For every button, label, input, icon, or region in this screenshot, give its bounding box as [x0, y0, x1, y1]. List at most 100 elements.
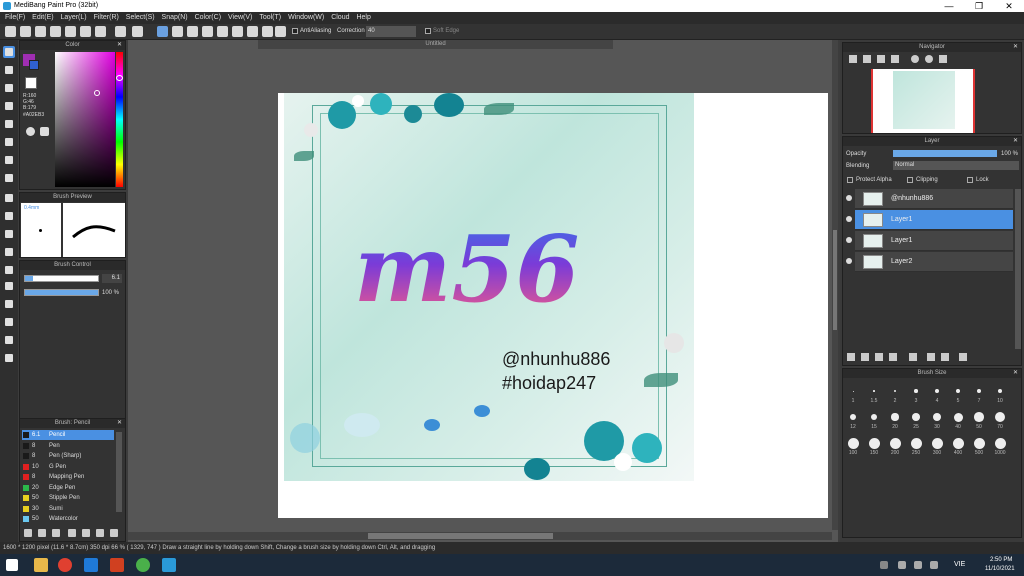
layout-icon[interactable]	[80, 26, 91, 37]
rect-select-icon[interactable]	[3, 192, 15, 204]
document-tab[interactable]: Untitled	[258, 40, 613, 49]
zoom-out-icon[interactable]	[863, 55, 871, 63]
lasso-icon[interactable]	[3, 210, 15, 222]
brush-size-dot[interactable]	[977, 389, 981, 393]
actual-size-icon[interactable]	[891, 55, 899, 63]
background-color-swatch[interactable]	[29, 60, 39, 70]
hue-handle[interactable]	[116, 75, 123, 81]
brush-size-dot[interactable]	[870, 413, 878, 421]
brush-size-dot[interactable]	[891, 413, 899, 421]
brush-size-dot[interactable]	[910, 437, 922, 449]
operation-tool-icon[interactable]	[3, 298, 15, 310]
redo-icon[interactable]	[132, 26, 143, 37]
soft-edge-checkbox[interactable]	[425, 28, 431, 34]
eye-icon[interactable]	[846, 258, 852, 264]
fit-icon[interactable]	[877, 55, 885, 63]
eraser-tool-icon[interactable]	[3, 64, 15, 76]
eyedropper-icon[interactable]	[3, 316, 15, 328]
brush-menu-icon[interactable]	[52, 529, 60, 537]
zoom-in-icon[interactable]	[849, 55, 857, 63]
eye-icon[interactable]	[846, 195, 852, 201]
snap-curve-icon[interactable]	[247, 26, 258, 37]
menu-snap[interactable]: Snap(N)	[162, 12, 188, 24]
brush-list-item[interactable]: 20 Edge Pen	[22, 483, 114, 493]
brush-size-dot[interactable]	[931, 437, 943, 449]
color-history-icon[interactable]	[40, 127, 49, 136]
brush-size-dot[interactable]	[912, 413, 920, 421]
brush-size-dot[interactable]	[847, 437, 859, 449]
menu-layer[interactable]: Layer(L)	[61, 12, 87, 24]
layer-row[interactable]: @nhunhu886	[846, 189, 1013, 209]
eye-icon[interactable]	[846, 216, 852, 222]
close-icon[interactable]: ✕	[117, 41, 122, 50]
menu-edit[interactable]: Edit(E)	[32, 12, 53, 24]
color-picker-handle[interactable]	[94, 90, 100, 96]
horizontal-scrollbar[interactable]	[128, 532, 832, 540]
select-pen-icon[interactable]	[3, 246, 15, 258]
pen-tool-icon[interactable]	[3, 46, 15, 58]
clock-time[interactable]: 2:50 PM	[990, 557, 1012, 563]
magic-wand-icon[interactable]	[3, 228, 15, 240]
duplicate-brush-icon[interactable]	[96, 529, 104, 537]
maximize-button[interactable]: ❐	[964, 0, 994, 12]
lock-checkbox[interactable]	[967, 177, 973, 183]
dot-tool-icon[interactable]	[3, 82, 15, 94]
brush-size-dot[interactable]	[932, 412, 942, 422]
speaker-icon[interactable]	[914, 561, 922, 569]
powerpoint-icon[interactable]	[110, 558, 124, 572]
brush-folder-icon[interactable]	[82, 529, 90, 537]
close-icon[interactable]: ✕	[117, 419, 122, 428]
file-explorer-icon[interactable]	[34, 558, 48, 572]
brush-list-item[interactable]: 8 Pen	[22, 441, 114, 451]
brush-size-dot[interactable]	[998, 389, 1002, 393]
layer-scrollbar[interactable]	[1015, 189, 1021, 349]
brush-size-slider[interactable]	[24, 275, 99, 282]
snap-parallel-icon[interactable]	[172, 26, 183, 37]
correction-select[interactable]: 40	[366, 26, 416, 37]
brush-size-dot[interactable]	[973, 437, 985, 449]
layer-row[interactable]: Layer1	[846, 210, 1013, 230]
color-saturation-field[interactable]	[55, 52, 115, 187]
menu-color[interactable]: Color(C)	[195, 12, 221, 24]
fill-tool-icon[interactable]	[3, 154, 15, 166]
menu-file[interactable]: File(F)	[5, 12, 25, 24]
brush-size-dot[interactable]	[974, 412, 984, 422]
layer-row[interactable]: Layer2	[846, 252, 1013, 272]
flip-icon[interactable]	[939, 55, 947, 63]
notification-chevron-icon[interactable]	[880, 561, 888, 569]
app-icon-green[interactable]	[136, 558, 150, 572]
clock-date[interactable]: 11/10/2021	[985, 566, 1015, 572]
language-indicator[interactable]: VIE	[954, 561, 965, 568]
brush-size-dot[interactable]	[889, 437, 901, 449]
snap-cross-icon[interactable]	[187, 26, 198, 37]
minimize-button[interactable]: —	[934, 0, 964, 12]
clipping-checkbox[interactable]	[907, 177, 913, 183]
brush-size-dot[interactable]	[852, 390, 854, 392]
brush-list-item[interactable]: 50 Stipple Pen	[22, 493, 114, 503]
hand-tool-icon[interactable]	[3, 352, 15, 364]
brush-size-dot[interactable]	[914, 389, 918, 393]
medibang-taskbar-icon[interactable]	[162, 558, 176, 572]
chrome-icon[interactable]	[58, 558, 72, 572]
brush-list-item[interactable]: 8 Pen (Sharp)	[22, 451, 114, 461]
layer-folder-icon[interactable]	[909, 353, 917, 361]
delete-layer-icon[interactable]	[959, 353, 967, 361]
snap-circle-icon[interactable]	[232, 26, 243, 37]
snap-settings-icon[interactable]	[262, 26, 273, 37]
protect-alpha-checkbox[interactable]	[847, 177, 853, 183]
brush-list-scrollbar[interactable]	[116, 432, 122, 512]
menu-help[interactable]: Help	[356, 12, 370, 24]
brush-size-dot[interactable]	[994, 437, 1006, 449]
document-canvas[interactable]: m56 @nhunhu886 #hoidap247	[278, 93, 828, 518]
transparent-swatch[interactable]	[25, 77, 37, 89]
snap-edit-icon[interactable]	[275, 26, 286, 37]
gradient-tool-icon[interactable]	[3, 172, 15, 184]
merge-layer-icon[interactable]	[941, 353, 949, 361]
start-icon[interactable]	[6, 559, 18, 571]
brush-size-dot[interactable]	[868, 437, 880, 449]
menu-filter[interactable]: Filter(R)	[94, 12, 119, 24]
menu-window[interactable]: Window(W)	[288, 12, 324, 24]
brush-size-dot[interactable]	[994, 411, 1006, 423]
add-brush-icon[interactable]	[38, 529, 46, 537]
brush-list-item[interactable]: 50 Watercolor	[22, 514, 114, 524]
